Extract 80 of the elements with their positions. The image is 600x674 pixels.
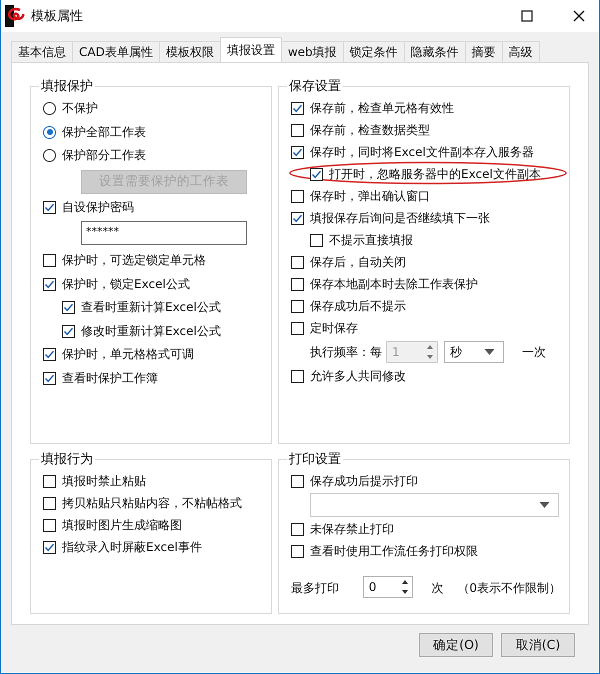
- checkbox[interactable]: [291, 300, 304, 312]
- checkbox[interactable]: [43, 278, 56, 291]
- print-count-spinner[interactable]: 0: [362, 576, 414, 598]
- interval-suffix: 一次: [522, 344, 546, 360]
- checkbox[interactable]: [43, 372, 56, 385]
- checkbox[interactable]: [43, 254, 56, 268]
- checkbox-label: 不提示直接填报: [329, 232, 413, 248]
- checkbox[interactable]: [291, 544, 304, 558]
- caret-icon: [539, 502, 550, 508]
- checkbox-label: 定时保存: [310, 320, 358, 336]
- group-title: 填报行为: [40, 451, 94, 468]
- tab[interactable]: 基本信息: [11, 41, 73, 62]
- checkbox-label: 保护时，单元格格式可调: [62, 346, 194, 364]
- checkbox-label: 填报时图片生成缩略图: [62, 516, 182, 534]
- checkbox[interactable]: [291, 256, 304, 268]
- checkbox[interactable]: [43, 474, 56, 488]
- checkbox-label: 保护时，锁定Excel公式: [62, 276, 190, 293]
- radio-label: 不保护: [62, 100, 98, 118]
- checkbox-label: 填报时禁止粘贴: [62, 472, 146, 490]
- checkbox[interactable]: [43, 496, 56, 510]
- group-title: 填报保护: [40, 78, 94, 95]
- caret-icon: [484, 349, 495, 355]
- checkbox[interactable]: [43, 540, 56, 554]
- checkbox-label: 修改时重新计算Excel公式: [81, 322, 221, 340]
- tab[interactable]: 填报设置: [220, 37, 282, 62]
- checkbox[interactable]: [291, 370, 304, 382]
- checkbox[interactable]: [62, 324, 75, 338]
- checkbox-label: 查看时使用工作流任务打印权限: [310, 542, 478, 560]
- close-icon[interactable]: [573, 10, 585, 22]
- max-print-label: 最多打印: [291, 580, 340, 596]
- checkbox-label: 打开时，忽略服务器中的Excel文件副本: [329, 166, 541, 182]
- count-unit: 次: [431, 580, 444, 596]
- radio-button[interactable]: [43, 149, 56, 162]
- checkbox[interactable]: [291, 102, 304, 114]
- app-logo-icon: [5, 5, 25, 27]
- checkbox[interactable]: [43, 200, 56, 214]
- cancel-button[interactable]: 取消(C): [501, 633, 575, 657]
- checkbox-label: 保存成功后提示打印: [310, 472, 418, 490]
- checkbox[interactable]: [310, 168, 323, 180]
- checkbox[interactable]: [291, 322, 304, 334]
- checkbox-label: 保存本地副本时去除工作表保护: [310, 276, 478, 292]
- checkbox-label: 保存时，弹出确认窗口: [310, 188, 430, 204]
- checkbox-label: 查看时重新计算Excel公式: [81, 299, 221, 316]
- checkbox-label: 保存前，检查单元格有效性: [310, 100, 454, 116]
- maximize-icon[interactable]: [521, 10, 533, 22]
- checkbox-label: 查看时保护工作簿: [62, 370, 158, 387]
- radio-label: 保护部分工作表: [62, 147, 146, 164]
- checkbox-label: 保存后，自动关闭: [310, 254, 406, 270]
- tab[interactable]: 高级: [502, 41, 540, 62]
- checkbox-label: 未保存禁止打印: [310, 520, 394, 538]
- checkbox[interactable]: [291, 278, 304, 290]
- checkbox[interactable]: [62, 301, 75, 314]
- group-title: 打印设置: [288, 451, 342, 468]
- checkbox-label: 允许多人共同修改: [310, 368, 406, 384]
- checkbox[interactable]: [291, 212, 304, 224]
- checkbox[interactable]: [43, 348, 56, 362]
- radio-button[interactable]: [43, 102, 56, 116]
- checkbox[interactable]: [291, 146, 304, 158]
- count-note: （0表示不作限制）: [457, 580, 561, 596]
- ok-button[interactable]: 确定(O): [419, 633, 493, 657]
- checkbox-label: 保存成功后不提示: [310, 298, 406, 314]
- checkbox-label: 拷贝粘贴只粘贴内容，不粘帖格式: [62, 494, 242, 512]
- window-title: 模板属性: [31, 8, 83, 25]
- checkbox[interactable]: [291, 522, 304, 536]
- radio-button[interactable]: [43, 126, 56, 139]
- checkbox-label: 填报保存后询问是否继续填下一张: [310, 210, 490, 226]
- checkbox-label: 保存前，检查数据类型: [310, 122, 430, 138]
- group-title: 保存设置: [288, 78, 342, 95]
- checkbox[interactable]: [291, 474, 304, 488]
- checkbox-label: 保存时，同时将Excel文件副本存入服务器: [310, 144, 534, 160]
- radio-label: 保护全部工作表: [62, 124, 146, 141]
- checkbox-label: 保护时，可选定锁定单元格: [62, 252, 206, 270]
- password-field[interactable]: ******: [81, 221, 247, 245]
- frequency-label: 执行频率：每: [310, 344, 380, 360]
- checkbox[interactable]: [291, 124, 304, 136]
- checkbox[interactable]: [291, 190, 304, 202]
- checkbox[interactable]: [310, 234, 323, 246]
- checkbox[interactable]: [43, 518, 56, 532]
- checkbox-label: 指纹录入时屏蔽Excel事件: [62, 538, 202, 556]
- checkbox-label: 自设保护密码: [62, 198, 134, 216]
